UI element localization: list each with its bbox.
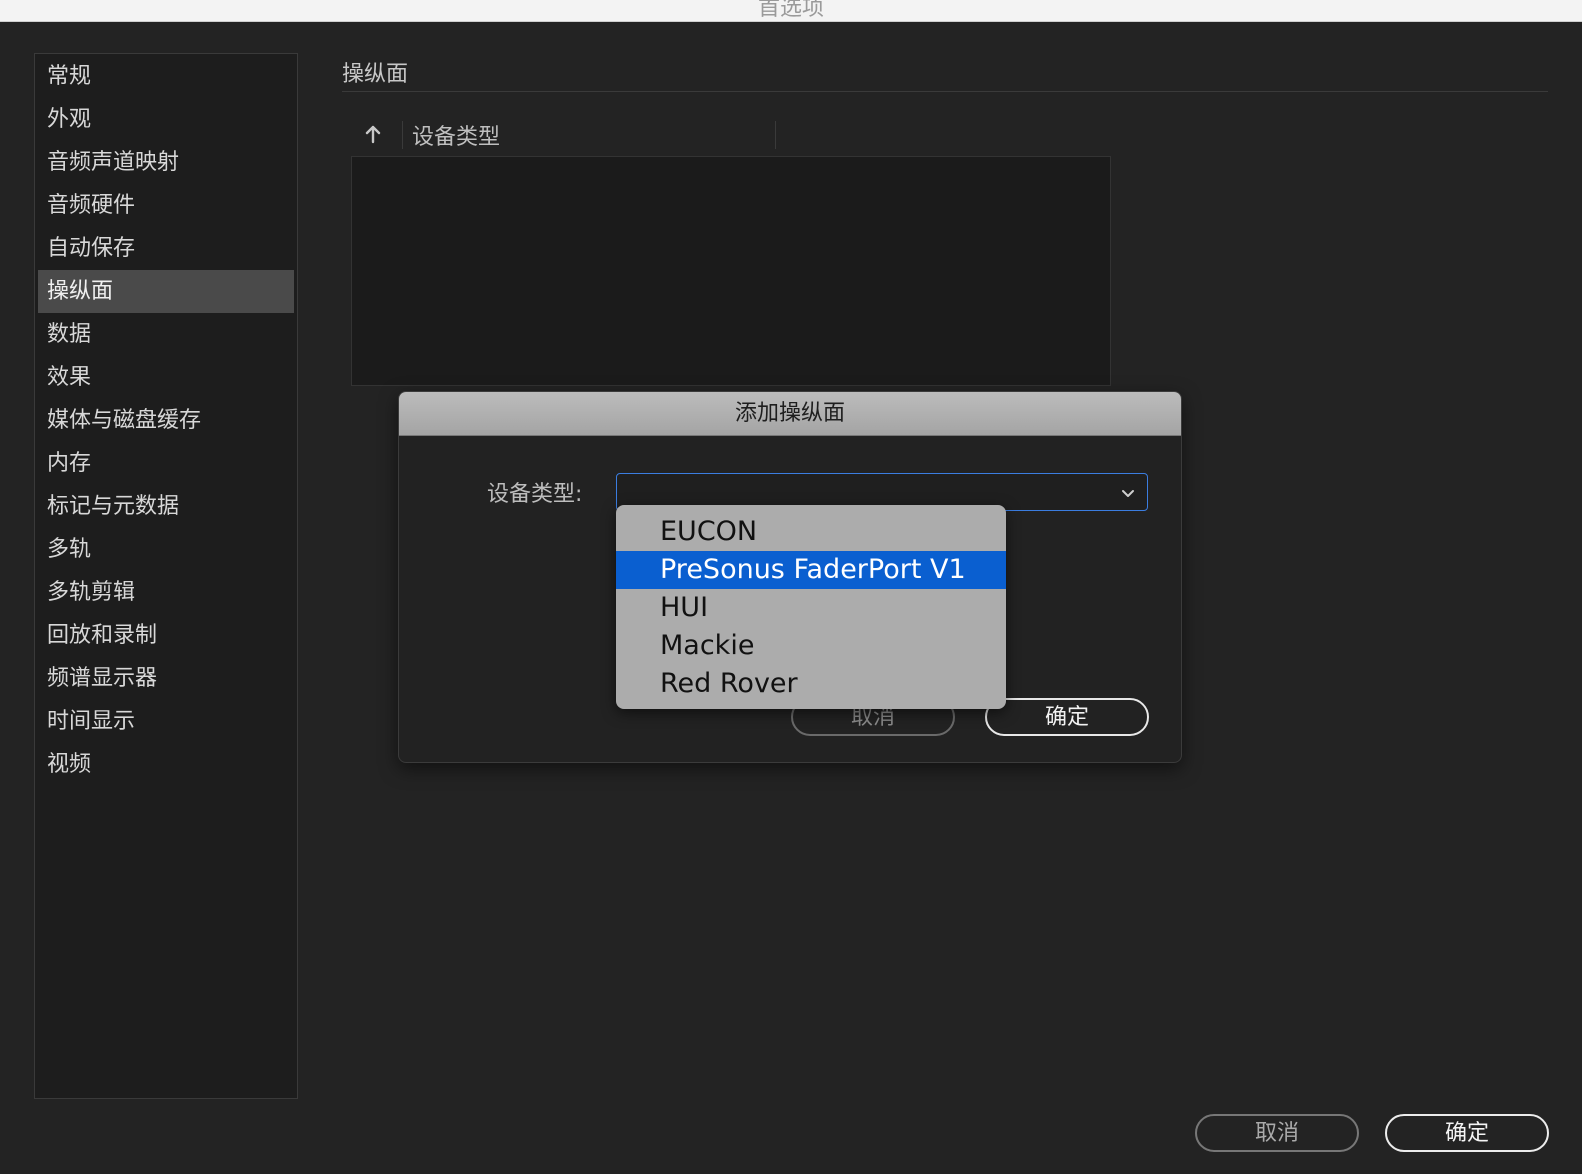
column-header-device-type[interactable]: 设备类型 [412,119,500,151]
column-separator [402,121,403,149]
dropdown-option-hui[interactable]: HUI [616,589,1006,627]
dialog-title: 添加操纵面 [399,392,1181,436]
device-list[interactable] [351,156,1111,386]
sidebar-item-multitrack[interactable]: 多轨 [38,528,294,571]
preferences-sidebar: 常规 外观 音频声道映射 音频硬件 自动保存 操纵面 数据 效果 媒体与磁盘缓存… [34,53,298,1099]
sidebar-item-appearance[interactable]: 外观 [38,98,294,141]
device-type-label: 设备类型: [487,482,583,507]
sidebar-item-multitrack-clips[interactable]: 多轨剪辑 [38,571,294,614]
dropdown-option-red-rover[interactable]: Red Rover [616,665,1006,703]
sidebar-item-playback-recording[interactable]: 回放和录制 [38,614,294,657]
window-title: 首选项 [757,0,824,21]
device-table-header: 设备类型 [352,117,776,153]
sidebar-item-general[interactable]: 常规 [38,55,294,98]
sidebar-item-spectral-display[interactable]: 频谱显示器 [38,657,294,700]
sidebar-item-time-display[interactable]: 时间显示 [38,700,294,743]
device-type-dropdown-menu: EUCON PreSonus FaderPort V1 HUI Mackie R… [616,505,1006,709]
arrow-up-icon[interactable] [362,123,384,145]
section-title: 操纵面 [342,62,409,87]
dropdown-option-presonus-faderport-v1[interactable]: PreSonus FaderPort V1 [616,551,1006,589]
sidebar-item-video[interactable]: 视频 [38,743,294,786]
chevron-down-icon [1119,484,1137,502]
sidebar-item-effects[interactable]: 效果 [38,356,294,399]
cancel-button[interactable]: 取消 [1195,1114,1359,1152]
dropdown-option-mackie[interactable]: Mackie [616,627,1006,665]
sidebar-item-memory[interactable]: 内存 [38,442,294,485]
sidebar-item-audio-hardware[interactable]: 音频硬件 [38,184,294,227]
dialog-ok-button[interactable]: 确定 [985,698,1149,736]
sidebar-item-media-disk-cache[interactable]: 媒体与磁盘缓存 [38,399,294,442]
dropdown-option-eucon[interactable]: EUCON [616,513,1006,551]
sidebar-item-audio-channel-mapping[interactable]: 音频声道映射 [38,141,294,184]
sidebar-item-data[interactable]: 数据 [38,313,294,356]
column-separator [775,121,776,149]
sidebar-item-auto-save[interactable]: 自动保存 [38,227,294,270]
window-title-bar: 首选项 [0,0,1582,22]
ok-button[interactable]: 确定 [1385,1114,1549,1152]
section-divider [342,91,1548,92]
sidebar-item-control-surface[interactable]: 操纵面 [38,270,294,313]
sidebar-item-markers-metadata[interactable]: 标记与元数据 [38,485,294,528]
